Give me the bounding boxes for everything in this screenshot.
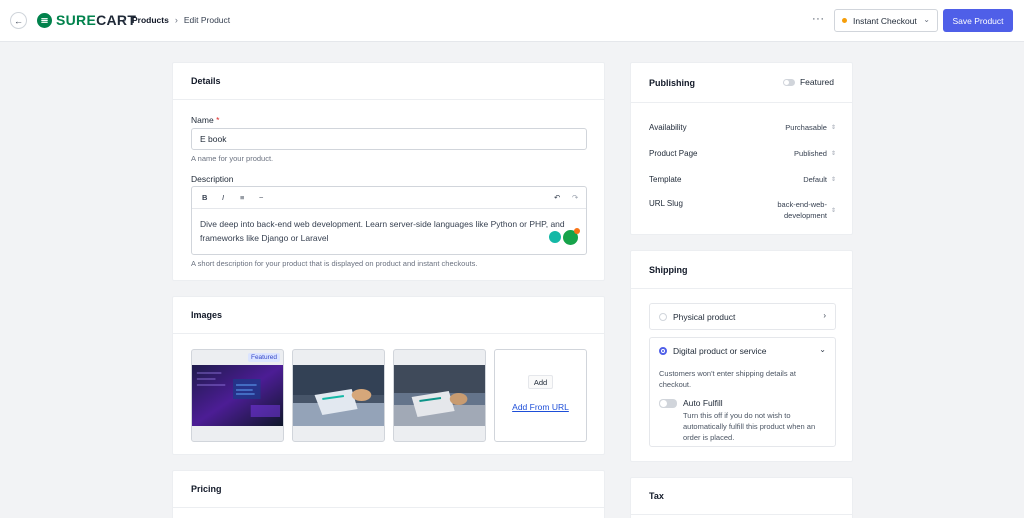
- product-page-select[interactable]: Published ⇕: [794, 149, 836, 158]
- auto-fulfill-note: Turn this off if you do not wish to auto…: [683, 411, 816, 442]
- updown-icon: ⇕: [830, 177, 836, 183]
- radio-digital[interactable]: [659, 347, 667, 355]
- featured-badge: Featured: [247, 353, 280, 362]
- redo-icon[interactable]: ↷: [572, 193, 578, 202]
- featured-label: Featured: [799, 77, 834, 87]
- template-row[interactable]: Template Default ⇕: [649, 175, 836, 184]
- tablet-hands-image: [293, 365, 384, 426]
- add-image-box: Add Add From URL: [494, 349, 587, 442]
- availability-select[interactable]: Purchasable ⇕: [785, 123, 836, 132]
- description-label: Description: [191, 174, 234, 184]
- updown-icon: ⇕: [830, 207, 836, 214]
- radio-physical[interactable]: [659, 313, 667, 321]
- grammarly-icon[interactable]: [563, 228, 580, 245]
- tax-title: Tax: [631, 478, 852, 515]
- name-label: Name *: [191, 115, 220, 125]
- breadcrumb: › Products › Edit Product: [117, 15, 230, 25]
- tablet-hands-image: [394, 365, 485, 426]
- description-help: A short description for your product tha…: [191, 259, 478, 268]
- chevron-down-icon: ⌄: [819, 345, 826, 354]
- digital-product-label: Digital product or service: [673, 346, 767, 356]
- more-options-icon[interactable]: ···: [812, 13, 825, 25]
- physical-product-label: Physical product: [673, 312, 736, 322]
- add-from-url-link[interactable]: Add From URL: [495, 402, 586, 412]
- editor-toolbar: B I ≡ ~ ↶ ↷: [192, 187, 586, 209]
- availability-row[interactable]: Availability Purchasable ⇕: [649, 123, 836, 132]
- breadcrumb-edit-product: Edit Product: [183, 15, 231, 25]
- product-image-1[interactable]: Featured: [191, 349, 284, 442]
- name-input[interactable]: E book: [191, 128, 587, 150]
- add-image-button[interactable]: Add: [528, 375, 553, 389]
- chevron-down-icon: ⌄: [923, 15, 930, 24]
- shipping-card: Shipping Physical product › Digital prod…: [630, 250, 853, 462]
- details-card: Details Name * E book A name for your pr…: [172, 62, 605, 281]
- checkout-select[interactable]: Instant Checkout ⌄: [834, 9, 938, 32]
- pricing-title: Pricing: [173, 471, 604, 508]
- product-page-label: Product Page: [649, 149, 698, 158]
- availability-label: Availability: [649, 123, 687, 132]
- checkout-select-value: Instant Checkout: [853, 15, 917, 26]
- digital-product-option[interactable]: Digital product or service ⌄ Customers w…: [649, 337, 836, 447]
- auto-fulfill-label: Auto Fulfill: [683, 398, 723, 408]
- notification-badge: [574, 228, 580, 234]
- description-editor[interactable]: B I ≡ ~ ↶ ↷ Dive deep into back-end web …: [191, 186, 587, 255]
- status-dot-icon: [842, 18, 847, 23]
- undo-icon[interactable]: ↶: [554, 193, 560, 202]
- auto-fulfill-row[interactable]: Auto Fulfill: [659, 398, 723, 408]
- physical-product-option[interactable]: Physical product ›: [649, 303, 836, 330]
- shipping-title: Shipping: [631, 251, 852, 289]
- save-product-button[interactable]: Save Product: [943, 9, 1013, 32]
- product-image-3[interactable]: [393, 349, 486, 442]
- toggle-switch[interactable]: [782, 78, 795, 86]
- updown-icon: ⇕: [830, 151, 836, 157]
- code-laptop-image: [192, 365, 283, 426]
- strikethrough-button[interactable]: ~: [259, 193, 263, 202]
- top-bar: ← SURECART › Products › Edit Product ···…: [0, 0, 1024, 42]
- featured-toggle[interactable]: Featured: [782, 77, 834, 87]
- details-title: Details: [173, 63, 604, 100]
- chevron-right-icon: ›: [823, 311, 826, 320]
- bold-button[interactable]: B: [202, 193, 207, 202]
- url-slug-label: URL Slug: [649, 199, 683, 208]
- pricing-card: Pricing: [172, 470, 605, 518]
- chevron-right-icon: ›: [174, 15, 178, 25]
- arrow-left-icon: ←: [14, 15, 23, 26]
- template-select[interactable]: Default ⇕: [803, 175, 836, 184]
- url-slug-value[interactable]: back-end-web- development ⇕: [777, 199, 836, 221]
- auto-fulfill-toggle[interactable]: [659, 398, 677, 408]
- logo-mark-icon: [37, 12, 52, 28]
- updown-icon: ⇕: [830, 125, 836, 131]
- tax-card: Tax: [630, 477, 853, 518]
- back-button[interactable]: ←: [10, 12, 27, 29]
- images-card: Images Featured Add Add From URL: [172, 296, 605, 455]
- url-slug-row[interactable]: URL Slug back-end-web- development ⇕: [649, 199, 836, 221]
- description-text[interactable]: Dive deep into back-end web development.…: [192, 209, 586, 253]
- list-button[interactable]: ≡: [240, 193, 244, 202]
- italic-button[interactable]: I: [222, 193, 224, 202]
- extension-icons: [549, 228, 580, 246]
- assistant-extension-icon[interactable]: [549, 231, 561, 243]
- images-title: Images: [173, 297, 604, 334]
- breadcrumb-products[interactable]: Products: [132, 15, 169, 25]
- publishing-card: Publishing Featured Availability Purchas…: [630, 62, 853, 235]
- template-label: Template: [649, 175, 682, 184]
- product-image-2[interactable]: [292, 349, 385, 442]
- product-page-row[interactable]: Product Page Published ⇕: [649, 149, 836, 158]
- chevron-right-icon: ›: [123, 15, 126, 25]
- digital-product-note: Customers won't enter shipping details a…: [659, 369, 796, 389]
- name-help: A name for your product.: [191, 154, 274, 163]
